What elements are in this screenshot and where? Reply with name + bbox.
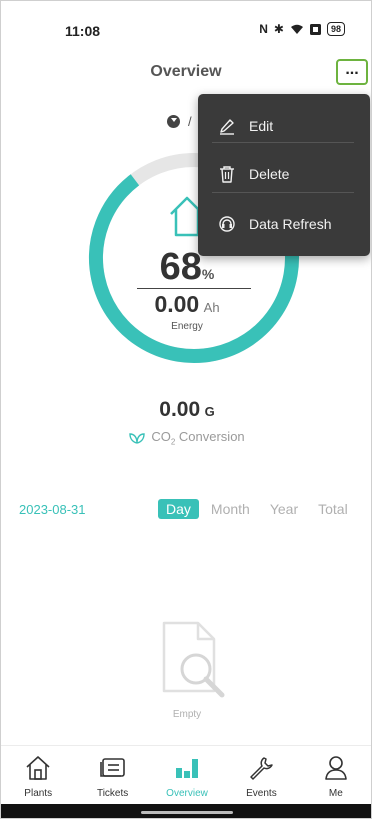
menu-item-delete[interactable]: Delete — [198, 150, 370, 198]
home-indicator[interactable] — [141, 811, 233, 814]
battery-icon: 98 — [326, 22, 345, 36]
empty-document-icon — [162, 621, 225, 698]
menu-label-delete: Delete — [249, 166, 290, 182]
status-time: 11:08 — [65, 23, 101, 39]
house-icon — [26, 756, 50, 780]
menu-divider — [212, 192, 354, 193]
energy-unit: Ah — [203, 300, 220, 315]
wrench-icon — [250, 757, 274, 780]
date-picker[interactable]: 2023-08-31 — [19, 502, 86, 517]
app-screen: 11:08 N ✱ 98 Overview ... / 68% 0.00 Ah … — [0, 0, 372, 819]
co2-readout: 0.00 G — [1, 398, 371, 422]
menu-item-data-refresh[interactable]: Data Refresh — [198, 200, 370, 248]
co2-label-suffix: Conversion — [175, 429, 245, 444]
bluetooth-icon: ✱ — [273, 22, 284, 36]
tab-month[interactable]: Month — [211, 501, 250, 517]
co2-value: 0.00 — [159, 398, 201, 421]
nav-me[interactable]: Me — [299, 746, 371, 804]
nav-tickets[interactable]: Tickets — [75, 746, 149, 804]
energy-readout: 0.00 Ah — [1, 291, 371, 318]
bottom-navigation: Plants Tickets Overview Events Me — [1, 745, 371, 804]
menu-label-edit: Edit — [249, 118, 274, 134]
tab-total[interactable]: Total — [318, 501, 348, 517]
page-title: Overview — [150, 63, 222, 80]
energy-value: 0.00 — [154, 291, 200, 317]
nav-label-events: Events — [246, 788, 277, 799]
headset-icon — [219, 216, 235, 232]
energy-label: Energy — [171, 321, 203, 332]
bar-chart-icon — [176, 759, 199, 778]
nav-label-me: Me — [328, 788, 343, 799]
empty-state-text: Empty — [172, 709, 202, 720]
trash-icon — [220, 166, 234, 183]
nav-label-tickets: Tickets — [96, 788, 129, 799]
status-bar: 11:08 N ✱ 98 — [1, 1, 371, 61]
sim-icon — [309, 23, 321, 35]
plant-selector[interactable]: / — [167, 114, 192, 129]
more-dots-icon: ... — [345, 61, 359, 78]
tab-day[interactable]: Day — [158, 499, 199, 519]
ticket-icon — [99, 758, 125, 777]
system-gesture-bar — [1, 804, 371, 818]
menu-label-data-refresh: Data Refresh — [249, 216, 332, 232]
leaf-icon — [129, 433, 146, 444]
co2-label: CO2 Conversion — [1, 429, 371, 447]
co2-label-prefix: CO — [151, 429, 171, 444]
wifi-icon — [290, 24, 303, 34]
nav-label-plants: Plants — [24, 788, 53, 799]
co2-unit: G — [204, 404, 215, 419]
nav-plants[interactable]: Plants — [1, 746, 75, 804]
gauge-divider — [137, 288, 251, 289]
menu-divider — [212, 142, 354, 143]
nav-overview[interactable]: Overview — [150, 746, 224, 804]
nav-label-overview: Overview — [166, 788, 208, 799]
plant-name: / — [188, 114, 192, 129]
period-tabs: Day Month Year Total — [158, 499, 368, 519]
pencil-icon — [220, 119, 234, 135]
more-options-button[interactable]: ... — [336, 59, 368, 85]
nfc-icon: N — [259, 22, 268, 36]
person-icon — [325, 756, 347, 780]
tab-year[interactable]: Year — [270, 501, 298, 517]
percent-unit: % — [201, 266, 215, 282]
dropdown-icon — [167, 115, 180, 128]
more-options-menu: Edit Delete Data Refresh — [198, 94, 370, 256]
status-icons: N ✱ 98 — [259, 22, 345, 36]
percent-value: 68 — [159, 246, 202, 288]
nav-events[interactable]: Events — [224, 746, 298, 804]
